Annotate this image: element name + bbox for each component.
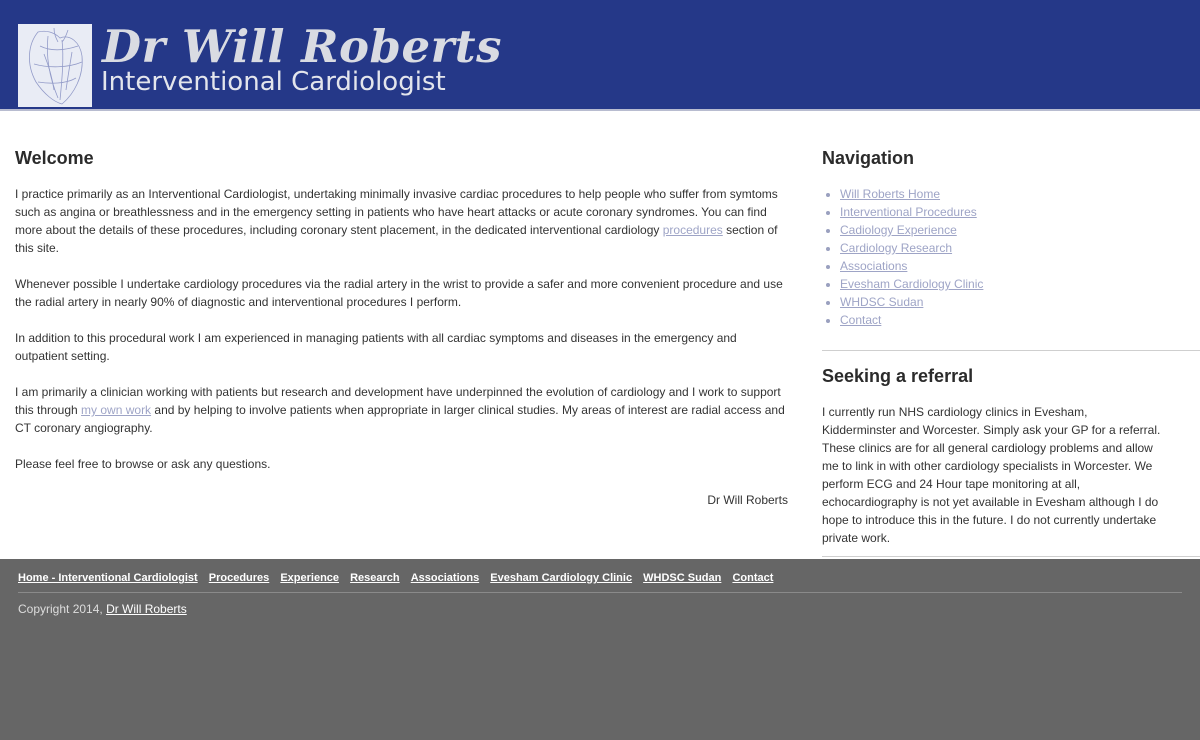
footer-link-research[interactable]: Research bbox=[350, 572, 400, 584]
site-header: Dr Will Roberts Interventional Cardiolog… bbox=[0, 0, 1200, 111]
sidebar-link-experience[interactable]: Cadiology Experience bbox=[840, 223, 957, 237]
sidebar-link-contact[interactable]: Contact bbox=[840, 313, 881, 327]
sidebar-bottom-divider bbox=[822, 556, 1200, 557]
footer-link-home[interactable]: Home - Interventional Cardiologist bbox=[18, 572, 198, 584]
copyright-author-link[interactable]: Dr Will Roberts bbox=[106, 602, 187, 616]
logo[interactable] bbox=[18, 24, 92, 107]
sidebar: Navigation Will Roberts Home Interventio… bbox=[822, 145, 1200, 547]
referral-heading: Seeking a referral bbox=[822, 366, 974, 386]
navigation-heading: Navigation bbox=[822, 148, 915, 168]
sidebar-link-home[interactable]: Will Roberts Home bbox=[840, 187, 940, 201]
closing-paragraph: Please feel free to browse or ask any qu… bbox=[15, 457, 271, 471]
sidebar-divider bbox=[822, 350, 1200, 351]
sidebar-link-evesham-clinic[interactable]: Evesham Cardiology Clinic bbox=[840, 277, 983, 291]
footer-divider bbox=[18, 592, 1182, 593]
footer-link-whdsc-sudan[interactable]: WHDSC Sudan bbox=[643, 572, 721, 584]
sidebar-item-research: Cardiology Research bbox=[840, 239, 1200, 257]
procedures-link[interactable]: procedures bbox=[663, 223, 723, 237]
clinical-experience-paragraph: In addition to this procedural work I am… bbox=[15, 331, 737, 363]
sidebar-nav-list: Will Roberts Home Interventional Procedu… bbox=[822, 185, 1200, 329]
signature: Dr Will Roberts bbox=[707, 493, 788, 507]
sidebar-item-procedures: Interventional Procedures bbox=[840, 203, 1200, 221]
sidebar-item-evesham-clinic: Evesham Cardiology Clinic bbox=[840, 275, 1200, 293]
my-own-work-link[interactable]: my own work bbox=[81, 403, 151, 417]
main-content: Welcome I practice primarily as an Inter… bbox=[15, 145, 788, 509]
copyright: Copyright 2014, Dr Will Roberts bbox=[18, 601, 187, 617]
footer-link-associations[interactable]: Associations bbox=[411, 572, 479, 584]
welcome-heading: Welcome bbox=[15, 148, 94, 168]
heart-sketch-icon bbox=[18, 24, 92, 107]
sidebar-link-procedures[interactable]: Interventional Procedures bbox=[840, 205, 977, 219]
sidebar-item-home: Will Roberts Home bbox=[840, 185, 1200, 203]
sidebar-link-whdsc-sudan[interactable]: WHDSC Sudan bbox=[840, 295, 923, 309]
footer-link-procedures[interactable]: Procedures bbox=[209, 572, 270, 584]
footer-link-evesham-clinic[interactable]: Evesham Cardiology Clinic bbox=[490, 572, 632, 584]
sidebar-item-contact: Contact bbox=[840, 311, 1200, 329]
sidebar-item-whdsc-sudan: WHDSC Sudan bbox=[840, 293, 1200, 311]
radial-artery-paragraph: Whenever possible I undertake cardiology… bbox=[15, 277, 783, 309]
footer-link-contact[interactable]: Contact bbox=[732, 572, 773, 584]
site-tagline: Interventional Cardiologist bbox=[101, 67, 446, 97]
intro-paragraph: I practice primarily as an Interventiona… bbox=[15, 185, 788, 257]
footer-link-experience[interactable]: Experience bbox=[280, 572, 339, 584]
research-paragraph: I am primarily a clinician working with … bbox=[15, 383, 788, 437]
sidebar-item-experience: Cadiology Experience bbox=[840, 221, 1200, 239]
referral-text: I currently run NHS cardiology clinics i… bbox=[822, 405, 1161, 545]
footer-nav: Home - Interventional Cardiologist Proce… bbox=[18, 571, 781, 585]
site-footer: Home - Interventional Cardiologist Proce… bbox=[0, 559, 1200, 740]
copyright-text: Copyright 2014, bbox=[18, 602, 107, 616]
sidebar-link-research[interactable]: Cardiology Research bbox=[840, 241, 952, 255]
sidebar-item-associations: Associations bbox=[840, 257, 1200, 275]
sidebar-link-associations[interactable]: Associations bbox=[840, 259, 907, 273]
